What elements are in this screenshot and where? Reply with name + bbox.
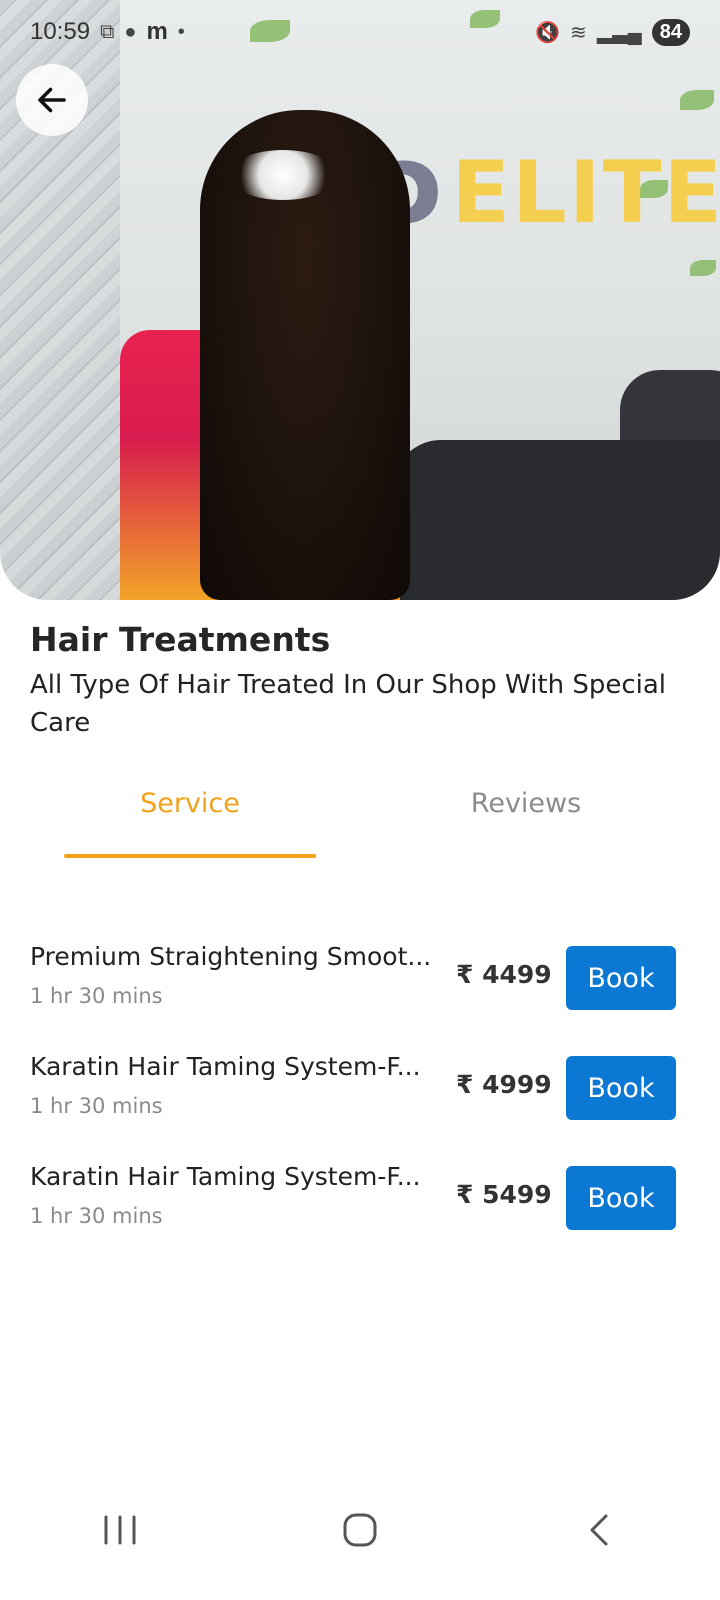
home-icon — [343, 1513, 377, 1547]
back-button[interactable] — [16, 64, 88, 136]
salon-chair — [359, 440, 720, 600]
service-item: Karatin Hair Taming System-F... 1 hr 30 … — [0, 1050, 720, 1160]
mute-icon: 🔇 — [535, 21, 561, 44]
hair-jewelry — [228, 150, 338, 200]
service-price: ₹ 4999 — [456, 1070, 552, 1099]
status-time: 10:59 — [30, 18, 91, 45]
recent-apps-icon — [104, 1515, 136, 1545]
service-name: Karatin Hair Taming System-F... — [30, 1052, 421, 1081]
dot-icon: • — [177, 20, 185, 43]
service-price: ₹ 5499 — [456, 1180, 552, 1209]
service-duration: 1 hr 30 mins — [30, 1094, 163, 1118]
chevron-left-icon — [590, 1514, 608, 1546]
tab-bar: Service Reviews — [0, 780, 720, 860]
service-price: ₹ 4499 — [456, 960, 552, 989]
service-name: Premium Straightening Smoot... — [30, 942, 432, 971]
hero-image: ↄELITE — [0, 0, 720, 600]
tab-reviews[interactable]: Reviews — [400, 780, 652, 840]
active-tab-indicator — [64, 854, 316, 858]
tab-service[interactable]: Service — [64, 780, 316, 840]
page-title: Hair Treatments — [30, 620, 331, 659]
recent-apps-button[interactable] — [80, 1500, 160, 1560]
leaf-decoration — [680, 90, 714, 110]
system-nav-bar — [0, 1490, 720, 1570]
status-bar: 10:59 ⧉ ● m • 🔇 ≋ ▂▃▄ 84 — [0, 0, 720, 64]
leaf-decoration — [690, 260, 716, 276]
wifi-icon: ≋ — [570, 21, 587, 44]
service-item: Premium Straightening Smoot... 1 hr 30 m… — [0, 940, 720, 1050]
page-description: All Type Of Hair Treated In Our Shop Wit… — [30, 670, 667, 738]
service-duration: 1 hr 30 mins — [30, 984, 163, 1008]
book-button[interactable]: Book — [566, 946, 676, 1010]
book-button[interactable]: Book — [566, 1056, 676, 1120]
service-item: Karatin Hair Taming System-F... 1 hr 30 … — [0, 1160, 720, 1270]
home-button[interactable] — [320, 1500, 400, 1560]
chat-icon: ● — [124, 20, 137, 43]
screenshot-icon: ⧉ — [100, 20, 115, 43]
service-name: Karatin Hair Taming System-F... — [30, 1162, 421, 1191]
back-nav-button[interactable] — [560, 1500, 640, 1560]
service-list: Premium Straightening Smoot... 1 hr 30 m… — [0, 940, 720, 1270]
battery-indicator: 84 — [651, 18, 690, 46]
service-duration: 1 hr 30 mins — [30, 1204, 163, 1228]
signal-icon: ▂▃▄ — [596, 21, 642, 44]
app-notification-icon: m — [146, 18, 168, 45]
salon-logo: ↄELITE — [380, 120, 720, 248]
arrow-left-icon — [38, 87, 66, 113]
book-button[interactable]: Book — [566, 1166, 676, 1230]
